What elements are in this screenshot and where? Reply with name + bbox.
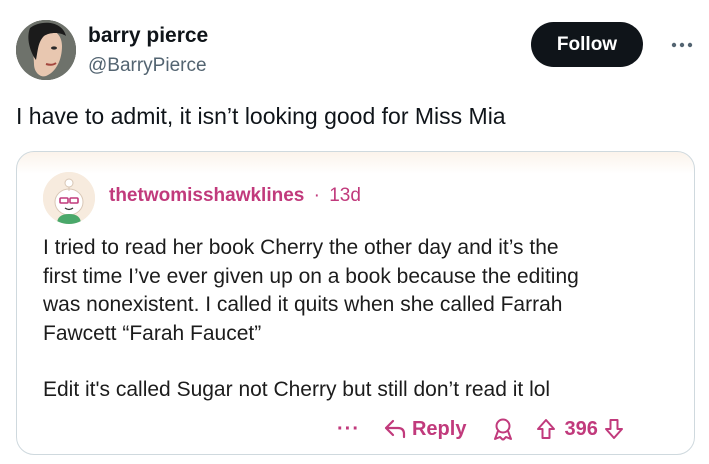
award-icon <box>494 418 513 441</box>
downvote-arrow-icon[interactable] <box>604 418 624 440</box>
quoted-post-header: thetwomisshawklines · 13d <box>109 185 361 207</box>
quoted-post-body: I tried to read her book Cherry the othe… <box>43 234 683 348</box>
header-separator: · <box>313 185 320 206</box>
vote-controls: 396 <box>536 418 623 441</box>
author-display-name[interactable]: barry pierce <box>88 24 208 48</box>
body-line: first time I’ve ever given up on a book … <box>43 264 579 288</box>
tweet-text: I have to admit, it isn’t looking good f… <box>16 103 506 129</box>
author-avatar-image <box>16 20 76 80</box>
more-horizontal-icon <box>671 42 693 48</box>
body-line: Fawcett “Farah Faucet” <box>43 321 262 345</box>
vote-count: 396 <box>564 417 598 440</box>
quoted-post-time[interactable]: 13d <box>329 185 361 206</box>
quoted-post-card[interactable]: thetwomisshawklines · 13d I tried to rea… <box>16 151 695 455</box>
award-button[interactable] <box>492 417 514 441</box>
follow-button[interactable]: Follow <box>531 22 643 67</box>
quoted-post-username[interactable]: thetwomisshawklines <box>109 185 304 206</box>
quoted-post-edit-note: Edit it's called Sugar not Cherry but st… <box>43 378 551 401</box>
body-line: was nonexistent. I called it quits when … <box>43 293 563 316</box>
post-more-button[interactable]: ··· <box>337 418 360 441</box>
author-handle[interactable]: @BarryPierce <box>88 55 207 77</box>
reply-label: Reply <box>411 417 467 440</box>
reply-arrow-icon <box>384 419 406 439</box>
quoted-post-avatar[interactable] <box>43 172 95 224</box>
author-avatar[interactable] <box>16 20 76 80</box>
reply-button[interactable]: Reply <box>384 418 466 441</box>
upvote-arrow-icon[interactable] <box>536 418 556 440</box>
body-line: I tried to read her book Cherry the othe… <box>43 236 559 259</box>
quoted-post-action-bar: ··· Reply 396 <box>337 414 624 444</box>
more-options-button[interactable] <box>664 30 700 60</box>
quoted-post-avatar-image <box>43 172 95 224</box>
